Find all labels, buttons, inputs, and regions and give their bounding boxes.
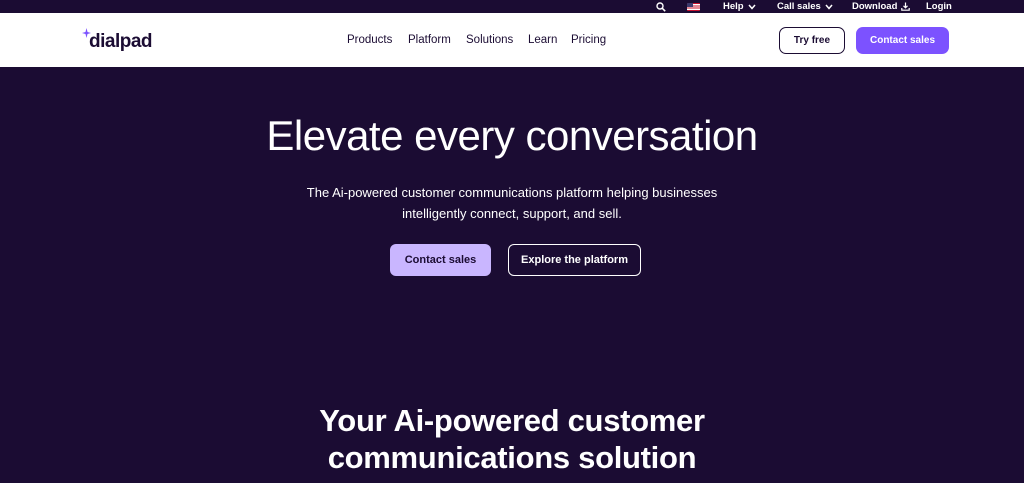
search-button[interactable] <box>656 0 666 13</box>
section-title: Your Ai-powered customer communications … <box>0 402 1024 476</box>
help-label: Help <box>723 1 744 12</box>
call-sales-menu[interactable]: Call sales <box>777 0 833 13</box>
language-selector[interactable] <box>687 0 700 13</box>
hero-subtitle-line-2: intelligently connect, support, and sell… <box>402 206 622 221</box>
call-sales-label: Call sales <box>777 1 821 12</box>
sparkle-icon <box>82 28 91 38</box>
logo-text: dialpad <box>89 31 153 52</box>
nav-platform[interactable]: Platform <box>408 13 451 67</box>
chevron-down-icon <box>825 4 833 10</box>
nav-learn[interactable]: Learn <box>528 13 557 67</box>
hero-subtitle-line-1: The Ai-powered customer communications p… <box>306 185 718 200</box>
utility-bar: Help Call sales Download Login <box>0 0 1024 13</box>
help-menu[interactable]: Help <box>723 0 756 13</box>
section-title-line-2: communications solution <box>327 440 697 475</box>
download-icon <box>901 2 911 11</box>
search-icon <box>656 1 666 12</box>
hero-title: Elevate every conversation <box>266 112 758 159</box>
download-label: Download <box>852 1 898 12</box>
main-header: dialpad Products Platform Solutions Lear… <box>0 13 1024 67</box>
nav-solutions[interactable]: Solutions <box>466 13 513 67</box>
nav-products[interactable]: Products <box>347 13 392 67</box>
login-label: Login <box>926 1 952 12</box>
section-title-line-1: Your Ai-powered customer <box>319 403 705 438</box>
explore-platform-button[interactable]: Explore the platform <box>508 244 641 276</box>
us-flag-icon <box>687 2 700 11</box>
chevron-down-icon <box>748 4 756 10</box>
hero-contact-sales-button[interactable]: Contact sales <box>390 244 491 276</box>
try-free-button[interactable]: Try free <box>779 27 845 54</box>
contact-sales-button[interactable]: Contact sales <box>856 27 949 54</box>
nav-pricing[interactable]: Pricing <box>571 13 606 67</box>
login-link[interactable]: Login <box>926 0 952 13</box>
hero-subtitle: The Ai-powered customer communications p… <box>292 182 732 224</box>
dialpad-logo[interactable]: dialpad <box>82 28 153 52</box>
download-link[interactable]: Download <box>852 0 911 13</box>
